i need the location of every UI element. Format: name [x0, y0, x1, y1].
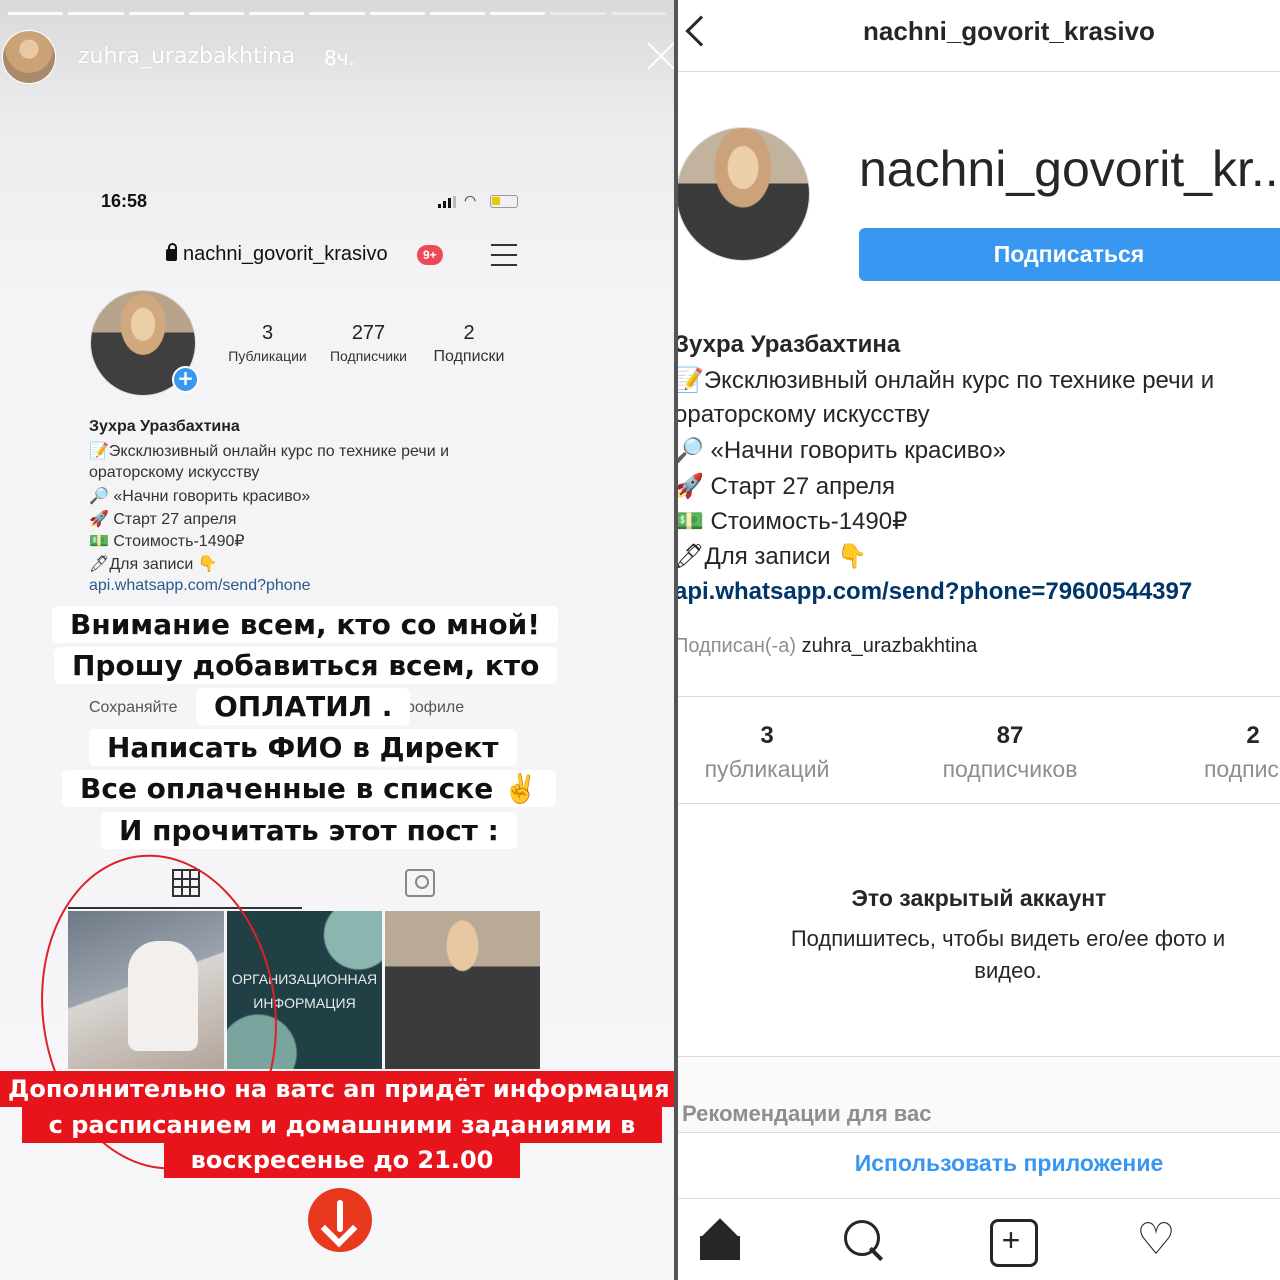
stat-count: 2 [1246, 722, 1260, 749]
progress-segment [309, 12, 365, 15]
divider [678, 1056, 1280, 1057]
progress-segment [490, 12, 546, 15]
heart-icon[interactable]: ♡ [1134, 1218, 1178, 1262]
overlay-text-line: ОПЛАТИЛ . [196, 688, 411, 725]
add-icon[interactable]: + [989, 1218, 1038, 1267]
search-icon[interactable] [842, 1218, 886, 1262]
bio-link[interactable]: api.whatsapp.com/send?phone=79600544397 [678, 578, 1192, 606]
screenshot-bio-line: 🚀 Старт 27 апреля [89, 511, 237, 528]
screenshot-bio-line: 🔎 «Начни говорить красиво» [89, 488, 311, 505]
private-account-text: Подпишитесь, чтобы видеть его/ее фото и … [790, 926, 1226, 983]
screenshot-bio-line: ораторскому искусству [89, 464, 260, 481]
stat-count: 87 [996, 722, 1024, 749]
followed-by[interactable]: Подписан(-а) zuhra_urazbakhtina [678, 635, 977, 658]
screenshot-stat-followers: 277 Подписчики [321, 322, 416, 364]
screenshot-bio-line: 📝Эксклюзивный онлайн курс по технике реч… [89, 443, 450, 460]
progress-segment [68, 12, 124, 15]
lock-icon [166, 243, 177, 261]
progress-segment [8, 12, 64, 15]
red-text-line: воскресенье до 21.00 [164, 1142, 520, 1178]
screenshot-bio-line: 🖊Для записи 👇 [89, 556, 218, 573]
followed-by-user[interactable]: zuhra_urazbakhtina [802, 635, 978, 657]
phone-status-time: 16:58 [101, 191, 148, 211]
screenshot-bio-link: api.whatsapp.com/send?phone [89, 577, 311, 594]
bio-line: ораторскому искусству [678, 401, 930, 428]
divider [678, 71, 1280, 72]
home-icon[interactable] [698, 1218, 742, 1262]
stat-label: подписок [1203, 756, 1280, 782]
wifi-icon: ◠ [464, 193, 477, 209]
screenshot-username: nachni_govorit_krasivo [166, 243, 388, 266]
tagged-icon [405, 869, 435, 897]
notification-badge: 9+ [417, 245, 443, 265]
story-avatar[interactable] [2, 30, 56, 84]
profile-panel: nachni_govorit_krasivo nachni_govorit_kr… [678, 0, 1280, 1280]
screenshot-stat-posts: 3 Публикации [220, 322, 315, 364]
progress-segment [369, 12, 425, 15]
story-progress-bar [8, 12, 666, 15]
private-account-title: Это закрытый аккаунт [851, 885, 1107, 911]
divider [678, 803, 1280, 804]
overlay-text-line: Внимание всем, кто со мной! [52, 606, 559, 643]
bio-line: 🖊Для записи 👇 [678, 543, 868, 570]
add-story-icon: + [172, 366, 199, 393]
screenshot-stat-following: 2 Подписки [424, 322, 514, 366]
recommendations-title: Рекомендации для вас [682, 1101, 932, 1126]
progress-segment [249, 12, 305, 15]
screenshot-save-fragment: Сохраняйте [89, 699, 178, 716]
bio-line: 🚀 Старт 27 апреля [678, 473, 896, 500]
follow-button[interactable]: Подписаться [859, 228, 1280, 281]
progress-segment [128, 12, 184, 15]
arrow-down-icon [308, 1188, 372, 1252]
divider [678, 1198, 1280, 1199]
use-app-link[interactable]: Использовать приложение [678, 1150, 1280, 1177]
story-username[interactable]: zuhra_urazbakhtina [78, 44, 295, 69]
overlay-text-line: Все оплаченные в списке ✌️ [62, 770, 556, 807]
stat-followers: 87 подписчиков [910, 722, 1110, 783]
progress-segment [188, 12, 245, 15]
battery-icon [490, 195, 518, 208]
close-icon[interactable] [646, 40, 674, 70]
progress-segment [610, 12, 666, 15]
stat-label: Подписки [433, 348, 505, 365]
page-title: nachni_govorit_krasivo [863, 16, 1155, 46]
post-thumbnail [385, 911, 540, 1069]
progress-segment [429, 12, 486, 15]
overlay-text-line: Написать ФИО в Директ [89, 729, 517, 766]
red-text-line: Дополнительно на ватс ап придёт информац… [0, 1071, 674, 1107]
divider [678, 1132, 1280, 1133]
screenshot-bio-name: Зухра Уразбахтина [89, 418, 240, 435]
stat-posts: 3 публикаций [678, 722, 867, 783]
overlay-text-line: И прочитать этот пост : [101, 812, 517, 849]
story-panel: zuhra_urazbakhtina 8ч. 16:58 ◠ nachni_go… [0, 0, 674, 1280]
signal-icon [438, 196, 458, 208]
followed-by-prefix: Подписан(-а) [678, 635, 797, 657]
stat-label: подписчиков [942, 756, 1078, 782]
story-time: 8ч. [324, 46, 355, 70]
stat-count: 3 [261, 322, 274, 344]
stat-count: 2 [463, 322, 475, 344]
screenshot-username-text: nachni_govorit_krasivo [183, 243, 388, 265]
screenshot-bio-line: 💵 Стоимость-1490₽ [89, 533, 245, 550]
bio-line: 🔎 «Начни говорить красиво» [678, 437, 1006, 464]
stat-count: 277 [351, 322, 386, 344]
profile-username: nachni_govorit_kr... [859, 141, 1280, 197]
overlay-text-line: Прошу добавиться всем, кто [54, 647, 558, 684]
menu-icon [491, 244, 517, 266]
avatar[interactable] [678, 127, 810, 261]
stat-label: Подписчики [329, 348, 407, 364]
divider [678, 696, 1280, 697]
bio-line: 💵 Стоимость-1490₽ [678, 508, 908, 535]
profile-name: Зухра Уразбахтина [678, 331, 901, 358]
red-text-line: с расписанием и домашними заданиями в [22, 1107, 662, 1143]
stat-label: Публикации [228, 348, 307, 364]
bio-line: 📝Эксклюзивный онлайн курс по технике реч… [678, 367, 1215, 394]
screenshot-profile-fragment: рофиле [406, 699, 465, 716]
stat-label: публикаций [704, 756, 830, 782]
progress-segment [550, 12, 606, 15]
stat-count: 3 [760, 722, 774, 749]
stat-following: 2 подписок [1153, 722, 1280, 783]
